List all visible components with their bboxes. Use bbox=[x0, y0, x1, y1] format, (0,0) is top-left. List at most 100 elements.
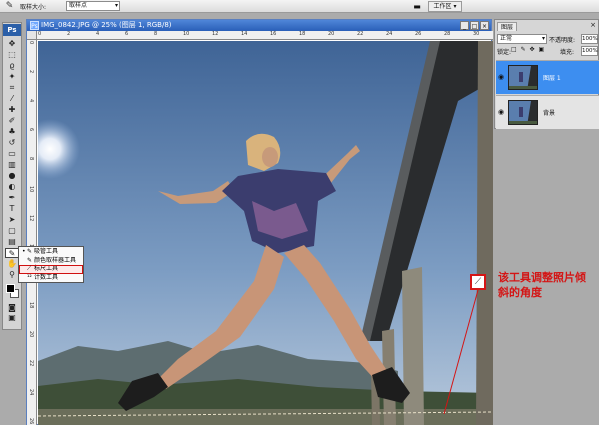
document-icon: Ps bbox=[30, 21, 39, 30]
notes-icon[interactable]: ▤ bbox=[5, 237, 19, 247]
ruler-tick-label: 2 bbox=[28, 70, 34, 74]
ruler-tick-label: 4 bbox=[96, 31, 100, 37]
lock-icons[interactable]: □ ✎ ✥ ▣ bbox=[511, 46, 545, 53]
flyout-item-ruler[interactable]: ⟋ 标尺工具 bbox=[19, 265, 83, 274]
ruler-tick-label: 20 bbox=[328, 31, 335, 37]
ruler-tick-label: 0 bbox=[38, 31, 42, 37]
history-brush-icon[interactable]: ↺ bbox=[5, 138, 19, 148]
ruler-tick-label: 2 bbox=[67, 31, 71, 37]
lasso-icon[interactable]: ϱ bbox=[5, 61, 19, 71]
photoshop-window: ✎ 取样大小: 取样点 ▾ ▬ 工作区 ▾ Ps ✥ ⬚ ϱ ✦ ⌗ ⁄ ✚ ✐… bbox=[0, 0, 599, 425]
blend-mode-value: 正常 bbox=[500, 35, 513, 42]
pen-icon[interactable]: ✒ bbox=[5, 193, 19, 203]
marquee-icon[interactable]: ⬚ bbox=[5, 50, 19, 60]
ruler-corner[interactable] bbox=[27, 31, 37, 40]
layer-name: 背景 bbox=[543, 110, 556, 117]
path-select-icon[interactable]: ➤ bbox=[5, 215, 19, 225]
opacity-input[interactable]: 100% bbox=[581, 34, 598, 44]
flyout-item-label: 颜色取样器工具 bbox=[34, 256, 77, 264]
ruler-tick-label: 10 bbox=[28, 186, 34, 193]
ruler-tick-label: 18 bbox=[28, 302, 34, 309]
ruler-icon: ⟋ bbox=[470, 274, 486, 290]
options-bar: ✎ 取样大小: 取样点 ▾ ▬ 工作区 ▾ bbox=[0, 0, 599, 13]
layers-panel: 图层 × 正常 ▾ 不透明度: 100% 锁定: □ ✎ ✥ ▣ 填充: 100… bbox=[494, 19, 599, 129]
document-title: IMG_0842.JPG @ 25% (图层 1, RGB/8) bbox=[41, 21, 172, 29]
workspace-icon[interactable]: ▬ bbox=[411, 1, 423, 12]
flyout-item-color-sampler[interactable]: ✎ 颜色取样器工具 bbox=[19, 257, 83, 266]
maximize-icon[interactable]: □ bbox=[470, 21, 479, 30]
ruler-tick-label: 28 bbox=[444, 31, 451, 37]
ruler-tick-label: 30 bbox=[473, 31, 480, 37]
crop-icon[interactable]: ⌗ bbox=[5, 83, 19, 93]
dodge-icon[interactable]: ◐ bbox=[5, 182, 19, 192]
document-titlebar[interactable]: Ps IMG_0842.JPG @ 25% (图层 1, RGB/8) _ □ … bbox=[27, 20, 491, 31]
flyout-item-eyedropper[interactable]: • ✎ 吸管工具 bbox=[19, 248, 83, 257]
eyedropper-icon[interactable]: ✎ bbox=[4, 1, 15, 12]
minimize-icon[interactable]: _ bbox=[460, 21, 469, 30]
ruler-tick-label: 22 bbox=[357, 31, 364, 37]
ruler-tick-label: 12 bbox=[28, 215, 34, 222]
document-window: Ps IMG_0842.JPG @ 25% (图层 1, RGB/8) _ □ … bbox=[26, 19, 493, 425]
ruler-tick-label: 6 bbox=[28, 128, 34, 132]
eyedropper-icon[interactable]: ✎ bbox=[5, 247, 19, 258]
layer-thumbnail bbox=[508, 65, 538, 90]
selected-bullet-icon: • bbox=[22, 248, 26, 255]
blur-icon[interactable]: ● bbox=[5, 171, 19, 181]
close-icon[interactable]: × bbox=[590, 21, 596, 29]
layer-row[interactable]: ◉ 背景 bbox=[496, 95, 599, 129]
sample-size-select[interactable]: 取样点 ▾ bbox=[66, 1, 120, 11]
sample-size-value: 取样点 bbox=[69, 2, 88, 9]
hand-icon[interactable]: ✋ bbox=[5, 259, 19, 269]
layer-thumbnail bbox=[508, 100, 538, 125]
tab-layers[interactable]: 图层 bbox=[497, 22, 518, 31]
ruler-tick-label: 4 bbox=[28, 99, 34, 103]
close-icon[interactable]: × bbox=[480, 21, 489, 30]
sample-size-label: 取样大小: bbox=[20, 4, 47, 11]
ruler-tick-label: 22 bbox=[28, 360, 34, 367]
workspace-label: 工作区 bbox=[433, 3, 452, 10]
ruler-tick-label: 8 bbox=[154, 31, 158, 37]
lock-label: 锁定: bbox=[497, 49, 512, 56]
ruler-tick-label: 20 bbox=[28, 331, 34, 338]
color-swatches bbox=[3, 284, 21, 302]
workspace-button[interactable]: 工作区 ▾ bbox=[428, 1, 462, 12]
flyout-item-label: 标尺工具 bbox=[34, 265, 59, 272]
vertical-ruler[interactable]: 02468101214161820222426 bbox=[27, 40, 37, 425]
type-icon[interactable]: T bbox=[5, 204, 19, 214]
healing-brush-icon[interactable]: ✚ bbox=[5, 105, 19, 115]
magic-wand-icon[interactable]: ✦ bbox=[5, 72, 19, 82]
image-canvas[interactable] bbox=[38, 41, 493, 425]
flyout-item-count[interactable]: ¹² 计数工具 bbox=[19, 274, 83, 283]
ruler-tick-label: 10 bbox=[183, 31, 190, 37]
toolbox: Ps ✥ ⬚ ϱ ✦ ⌗ ⁄ ✚ ✐ ♣ ↺ ▭ ▥ ● ◐ ✒ T ➤ ▢ ▤… bbox=[2, 22, 22, 330]
layer-row[interactable]: ◉ 图层 1 bbox=[496, 60, 599, 94]
brush-icon[interactable]: ✐ bbox=[5, 116, 19, 126]
horizontal-ruler[interactable]: 0 2 4 6 8 10 12 14 16 18 20 22 24 26 28 30 bbox=[37, 31, 493, 40]
clone-stamp-icon[interactable]: ♣ bbox=[5, 127, 19, 137]
opacity-label: 不透明度: bbox=[549, 37, 576, 44]
fill-input[interactable]: 100% bbox=[581, 46, 598, 56]
gradient-icon[interactable]: ▥ bbox=[5, 160, 19, 170]
chevron-down-icon: ▾ bbox=[114, 2, 118, 9]
flyout-item-label: 计数工具 bbox=[34, 273, 59, 281]
quick-mask-icon[interactable]: ◙ bbox=[5, 303, 19, 313]
move-icon[interactable]: ✥ bbox=[5, 39, 19, 49]
bridge-pillar bbox=[402, 267, 424, 425]
slice-icon[interactable]: ⁄ bbox=[5, 94, 19, 104]
zoom-icon[interactable]: ⚲ bbox=[5, 270, 19, 280]
ruler-tick-label: 16 bbox=[270, 31, 277, 37]
eye-icon[interactable]: ◉ bbox=[498, 108, 504, 116]
flyout-item-label: 吸管工具 bbox=[34, 248, 59, 255]
color-sampler-icon: ✎ bbox=[27, 256, 33, 264]
count-icon: ¹² bbox=[27, 273, 32, 281]
ruler-tick-label: 14 bbox=[241, 31, 248, 37]
screen-mode-icon[interactable]: ▣ bbox=[5, 313, 19, 323]
chevron-down-icon: ▾ bbox=[541, 35, 545, 42]
ruler-tick-label: 24 bbox=[28, 389, 34, 396]
eye-icon[interactable]: ◉ bbox=[498, 73, 504, 81]
shape-icon[interactable]: ▢ bbox=[5, 226, 19, 236]
layer-name: 图层 1 bbox=[543, 75, 561, 82]
foreground-color-swatch[interactable] bbox=[6, 284, 15, 293]
blend-mode-select[interactable]: 正常 ▾ bbox=[497, 34, 547, 44]
eraser-icon[interactable]: ▭ bbox=[5, 149, 19, 159]
